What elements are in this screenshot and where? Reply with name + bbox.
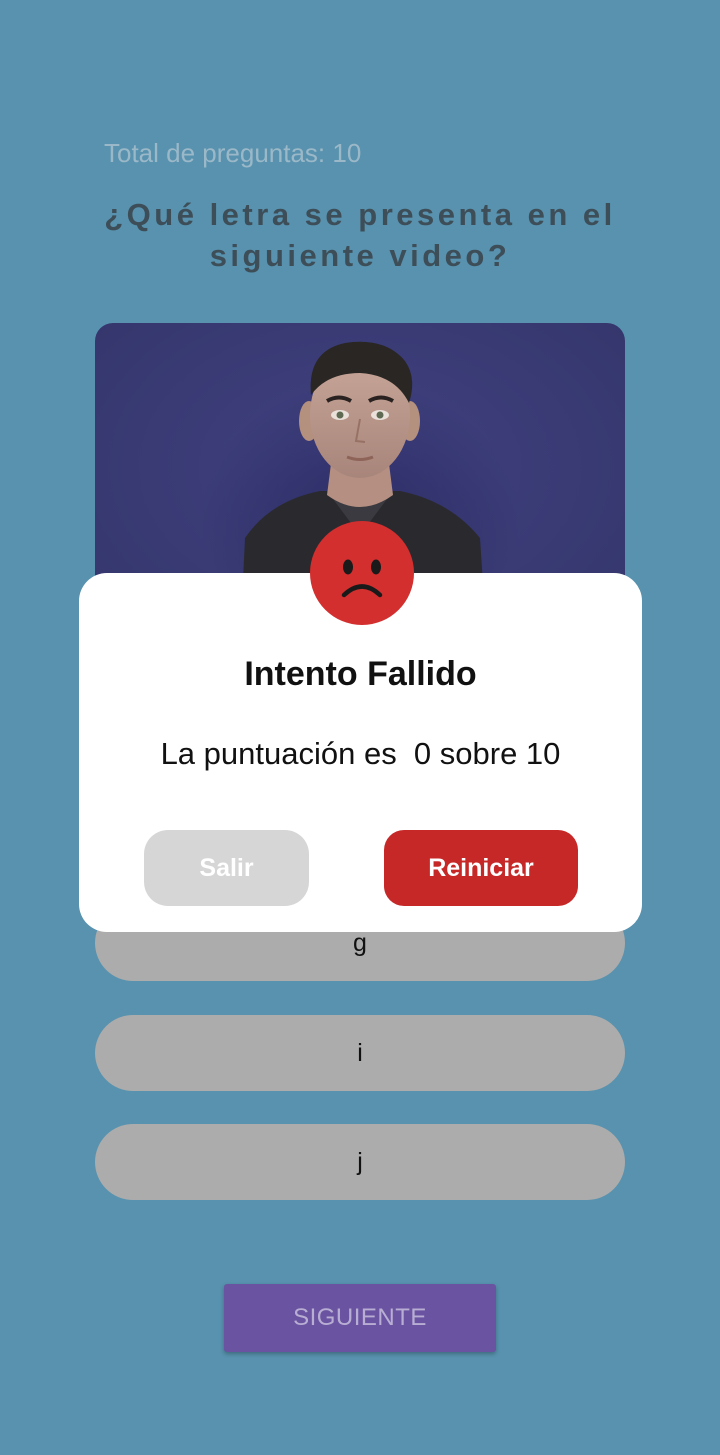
answer-option[interactable]: i <box>95 1015 625 1091</box>
next-button[interactable]: SIGUIENTE <box>224 1284 496 1352</box>
exit-button[interactable]: Salir <box>144 830 309 906</box>
answer-option[interactable]: j <box>95 1124 625 1200</box>
score-message: La puntuación es 0 sobre 10 <box>160 736 561 771</box>
restart-button[interactable]: Reiniciar <box>384 830 578 906</box>
total-questions-label: Total de preguntas: 10 <box>104 138 362 168</box>
answer-label: g <box>353 928 367 957</box>
answer-label: i <box>357 1038 363 1067</box>
dialog-title: Intento Fallido <box>244 655 477 693</box>
result-dialog: Intento Fallido La puntuación es 0 sobre… <box>79 573 642 932</box>
question-text: ¿Qué letra se presenta en el siguiente v… <box>104 197 616 273</box>
sad-face-icon <box>309 520 415 626</box>
answer-label: j <box>357 1147 363 1176</box>
